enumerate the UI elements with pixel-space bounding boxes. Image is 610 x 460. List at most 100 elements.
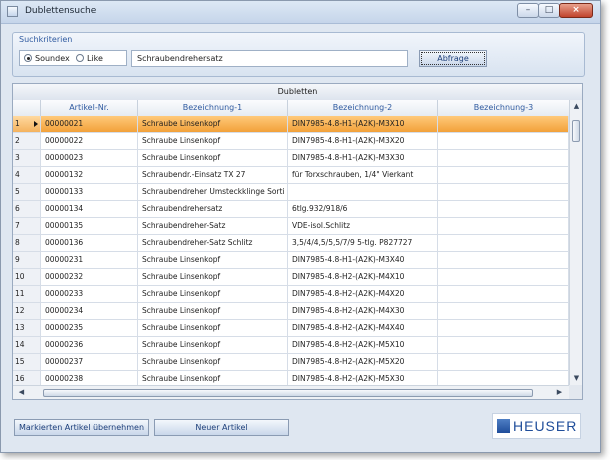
table-row[interactable]: 4 00000132 Schraubendr.-Einsatz TX 27 für T… xyxy=(13,167,569,184)
cell-bezeichnung-3[interactable] xyxy=(438,116,569,132)
cell-bezeichnung-1[interactable]: Schraube Linsenkopf xyxy=(138,116,288,132)
row-number[interactable]: 2 xyxy=(13,133,41,149)
cell-bezeichnung-2[interactable]: DIN7985-4.8-H1-(A2K)-M3X30 xyxy=(288,150,438,166)
scroll-left-icon[interactable]: ◀ xyxy=(15,386,28,399)
row-number[interactable]: 9 xyxy=(13,252,41,268)
cell-bezeichnung-3[interactable] xyxy=(438,252,569,268)
horizontal-scroll-thumb[interactable] xyxy=(43,389,533,397)
cell-bezeichnung-1[interactable]: Schraubendreher-Satz Schlitz xyxy=(138,235,288,251)
like-label[interactable]: Like xyxy=(87,54,103,63)
cell-bezeichnung-3[interactable] xyxy=(438,337,569,353)
table-row[interactable]: 10 00000232 Schraube Linsenkopf DIN7985-4.8… xyxy=(13,269,569,286)
close-button[interactable]: × xyxy=(559,3,593,18)
cell-bezeichnung-3[interactable] xyxy=(438,218,569,234)
cell-bezeichnung-3[interactable] xyxy=(438,235,569,251)
cell-bezeichnung-3[interactable] xyxy=(438,184,569,200)
cell-bezeichnung-1[interactable]: Schraube Linsenkopf xyxy=(138,371,288,385)
table-row[interactable]: 5 00000133 Schraubendreher Umsteckklinge S… xyxy=(13,184,569,201)
soundex-label[interactable]: Soundex xyxy=(35,54,70,63)
scroll-down-icon[interactable]: ▼ xyxy=(570,372,582,385)
cell-artikel-nr[interactable]: 00000238 xyxy=(41,371,138,385)
cell-artikel-nr[interactable]: 00000134 xyxy=(41,201,138,217)
column-header-artikel-nr[interactable]: Artikel-Nr. xyxy=(41,100,138,116)
table-row[interactable]: 13 00000235 Schraube Linsenkopf DIN7985-4.8… xyxy=(13,320,569,337)
row-number[interactable]: 6 xyxy=(13,201,41,217)
row-number[interactable]: 5 xyxy=(13,184,41,200)
row-number[interactable]: 16 xyxy=(13,371,41,385)
minimize-button[interactable]: – xyxy=(517,3,539,18)
cell-bezeichnung-1[interactable]: Schraube Linsenkopf xyxy=(138,269,288,285)
table-row[interactable]: 8 00000136 Schraubendreher-Satz Schlitz 3,5… xyxy=(13,235,569,252)
column-header-bezeichnung-2[interactable]: Bezeichnung-2 xyxy=(288,100,438,116)
scroll-right-icon[interactable]: ▶ xyxy=(553,386,566,399)
cell-bezeichnung-2[interactable]: DIN7985-4.8-H2-(A2K)-M4X40 xyxy=(288,320,438,336)
cell-artikel-nr[interactable]: 00000231 xyxy=(41,252,138,268)
column-header-bezeichnung-1[interactable]: Bezeichnung-1 xyxy=(138,100,288,116)
cell-bezeichnung-1[interactable]: Schraube Linsenkopf xyxy=(138,286,288,302)
horizontal-scrollbar[interactable]: ◀ ▶ xyxy=(13,385,569,399)
table-row[interactable]: 7 00000135 Schraubendreher-Satz VDE-isol.Sc… xyxy=(13,218,569,235)
table-row[interactable]: 3 00000023 Schraube Linsenkopf DIN7985-4.8-… xyxy=(13,150,569,167)
row-number[interactable]: 10 xyxy=(13,269,41,285)
row-number[interactable]: 8 xyxy=(13,235,41,251)
cell-bezeichnung-2[interactable]: DIN7985-4.8-H2-(A2K)-M5X30 xyxy=(288,371,438,385)
cell-bezeichnung-2[interactable]: 3,5/4/4,5/5,5/7/9 5-tlg. P827727 xyxy=(288,235,438,251)
cell-bezeichnung-3[interactable] xyxy=(438,354,569,370)
table-row[interactable]: 12 00000234 Schraube Linsenkopf DIN7985-4.8… xyxy=(13,303,569,320)
cell-bezeichnung-3[interactable] xyxy=(438,269,569,285)
cell-artikel-nr[interactable]: 00000136 xyxy=(41,235,138,251)
query-button[interactable]: Abfrage xyxy=(419,50,487,67)
cell-bezeichnung-1[interactable]: Schraube Linsenkopf xyxy=(138,303,288,319)
title-bar[interactable]: Dublettensuche – □ × xyxy=(1,1,600,24)
take-article-button[interactable]: Markierten Artikel übernehmen xyxy=(14,419,149,436)
cell-bezeichnung-1[interactable]: Schraube Linsenkopf xyxy=(138,150,288,166)
cell-artikel-nr[interactable]: 00000236 xyxy=(41,337,138,353)
new-article-button[interactable]: Neuer Artikel xyxy=(154,419,289,436)
cell-bezeichnung-2[interactable]: DIN7985-4.8-H2-(A2K)-M4X20 xyxy=(288,286,438,302)
cell-bezeichnung-1[interactable]: Schraubendrehersatz xyxy=(138,201,288,217)
cell-artikel-nr[interactable]: 00000021 xyxy=(41,116,138,132)
cell-artikel-nr[interactable]: 00000135 xyxy=(41,218,138,234)
cell-bezeichnung-3[interactable] xyxy=(438,303,569,319)
cell-bezeichnung-2[interactable]: DIN7985-4.8-H1-(A2K)-M3X40 xyxy=(288,252,438,268)
cell-bezeichnung-3[interactable] xyxy=(438,150,569,166)
search-input[interactable]: Schraubendrehersatz xyxy=(131,50,408,67)
cell-artikel-nr[interactable]: 00000232 xyxy=(41,269,138,285)
cell-bezeichnung-1[interactable]: Schraubendreher-Satz xyxy=(138,218,288,234)
cell-bezeichnung-1[interactable]: Schraubendr.-Einsatz TX 27 xyxy=(138,167,288,183)
vertical-scrollbar[interactable]: ▲ ▼ xyxy=(569,100,582,385)
cell-bezeichnung-2[interactable]: 6tlg.932/918/6 xyxy=(288,201,438,217)
cell-bezeichnung-2[interactable]: DIN7985-4.8-H2-(A2K)-M5X20 xyxy=(288,354,438,370)
cell-bezeichnung-1[interactable]: Schraube Linsenkopf xyxy=(138,252,288,268)
like-radio[interactable] xyxy=(76,54,84,62)
cell-artikel-nr[interactable]: 00000235 xyxy=(41,320,138,336)
maximize-button[interactable]: □ xyxy=(538,3,560,18)
row-number[interactable]: 13 xyxy=(13,320,41,336)
cell-artikel-nr[interactable]: 00000233 xyxy=(41,286,138,302)
row-number[interactable]: 3 xyxy=(13,150,41,166)
cell-bezeichnung-3[interactable] xyxy=(438,371,569,385)
table-row[interactable]: 6 00000134 Schraubendrehersatz 6tlg.932/918… xyxy=(13,201,569,218)
scroll-up-icon[interactable]: ▲ xyxy=(570,100,582,113)
cell-bezeichnung-1[interactable]: Schraubendreher Umsteckklinge Sorti xyxy=(138,184,288,200)
table-row[interactable]: 2 00000022 Schraube Linsenkopf DIN7985-4.8-… xyxy=(13,133,569,150)
table-row[interactable]: 1 00000021 Schraube Linsenkopf DIN7985-4.8-… xyxy=(13,116,569,133)
cell-bezeichnung-1[interactable]: Schraube Linsenkopf xyxy=(138,320,288,336)
table-row[interactable]: 14 00000236 Schraube Linsenkopf DIN7985-4.8… xyxy=(13,337,569,354)
table-row[interactable]: 15 00000237 Schraube Linsenkopf DIN7985-4.8… xyxy=(13,354,569,371)
cell-bezeichnung-3[interactable] xyxy=(438,133,569,149)
row-number[interactable]: 12 xyxy=(13,303,41,319)
cell-bezeichnung-1[interactable]: Schraube Linsenkopf xyxy=(138,133,288,149)
cell-artikel-nr[interactable]: 00000022 xyxy=(41,133,138,149)
row-number[interactable]: 7 xyxy=(13,218,41,234)
cell-artikel-nr[interactable]: 00000133 xyxy=(41,184,138,200)
table-row[interactable]: 16 00000238 Schraube Linsenkopf DIN7985-4.8… xyxy=(13,371,569,385)
cell-bezeichnung-2[interactable]: DIN7985-4.8-H1-(A2K)-M3X10 xyxy=(288,116,438,132)
cell-bezeichnung-2[interactable]: für Torxschrauben, 1/4" Vierkant xyxy=(288,167,438,183)
row-number[interactable]: 14 xyxy=(13,337,41,353)
cell-bezeichnung-2[interactable]: DIN7985-4.8-H2-(A2K)-M4X30 xyxy=(288,303,438,319)
cell-bezeichnung-1[interactable]: Schraube Linsenkopf xyxy=(138,354,288,370)
cell-bezeichnung-2[interactable] xyxy=(288,184,438,200)
cell-artikel-nr[interactable]: 00000023 xyxy=(41,150,138,166)
cell-bezeichnung-1[interactable]: Schraube Linsenkopf xyxy=(138,337,288,353)
